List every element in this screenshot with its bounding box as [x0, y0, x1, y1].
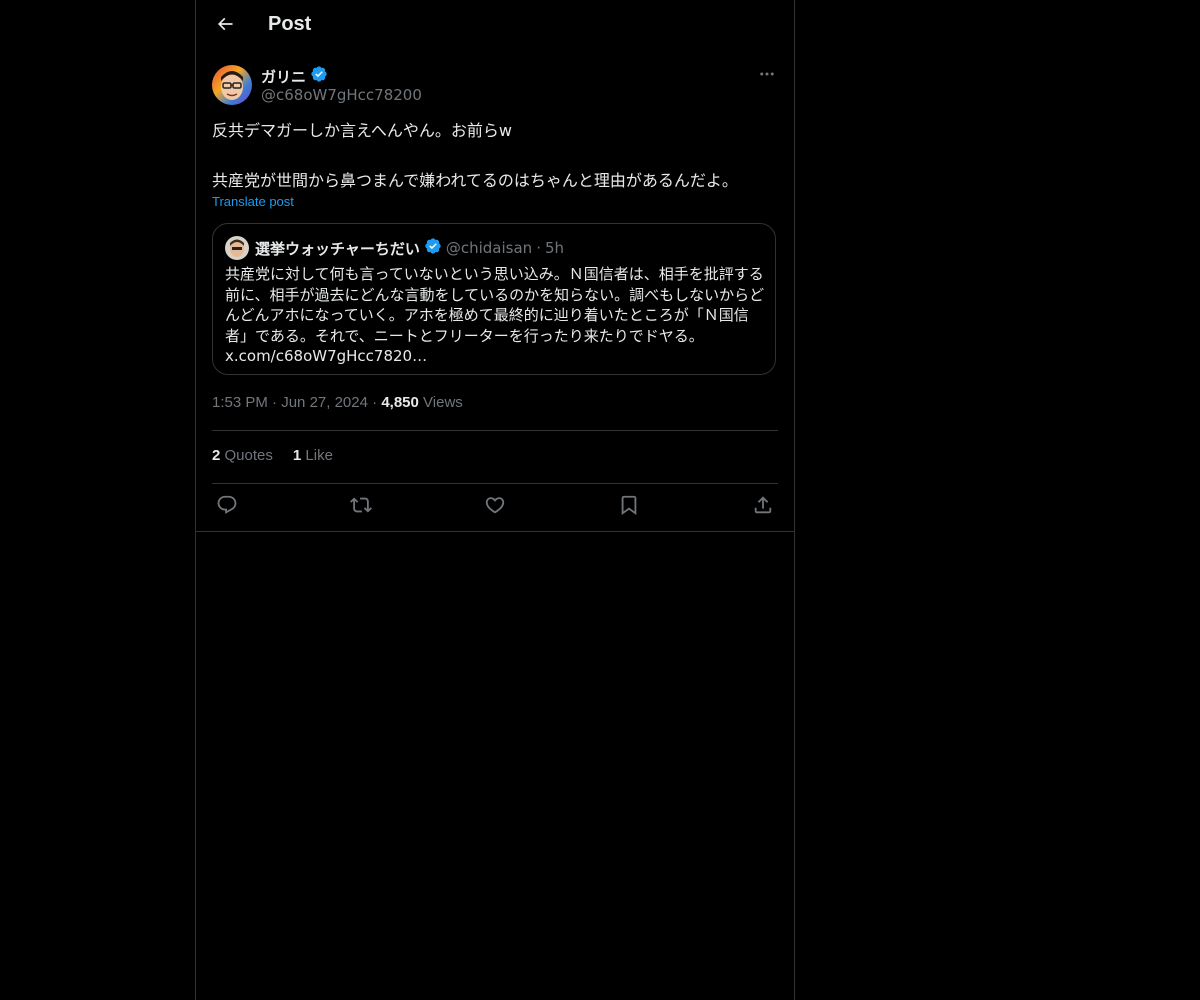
quote-text: 共産党に対して何も言っていないという思い込み。Ｎ国信者は、相手を批評する前に、相…: [225, 265, 765, 365]
quoted-post[interactable]: 選挙ウォッチャーちだい @chidaisan · 5h 共産党に対して何も言って…: [212, 223, 776, 375]
post-time[interactable]: 1:53 PM: [212, 394, 268, 411]
more-icon: [758, 65, 776, 87]
avatar[interactable]: [212, 65, 252, 105]
share-icon: [752, 494, 774, 520]
timestamp-separator: ·: [272, 394, 278, 411]
likes-label: Like: [305, 447, 333, 464]
reply-button[interactable]: [212, 492, 242, 522]
bookmark-icon: [618, 494, 640, 520]
post-timestamp: 1:53 PM · Jun 27, 2024 · 4,850 Views: [212, 394, 463, 411]
divider: [196, 531, 794, 532]
like-button[interactable]: [480, 492, 510, 522]
post-stats: 2 Quotes 1 Like: [212, 447, 333, 464]
reply-icon: [216, 494, 238, 520]
post-author: ガリニ @c68oW7gHcc78200: [212, 65, 778, 109]
divider: [212, 430, 778, 431]
back-arrow-icon: [215, 14, 235, 38]
bookmark-button[interactable]: [614, 492, 644, 522]
more-button[interactable]: [756, 65, 778, 87]
post-date[interactable]: Jun 27, 2024: [281, 394, 368, 411]
translate-link[interactable]: Translate post: [212, 194, 294, 209]
views-label: Views: [423, 394, 463, 411]
timestamp-separator: ·: [372, 394, 378, 411]
quote-author-handle: @chidaisan: [445, 239, 533, 257]
verified-badge-icon: [424, 237, 442, 259]
author-name[interactable]: ガリニ: [261, 66, 306, 87]
share-button[interactable]: [748, 492, 778, 522]
quote-age: 5h: [544, 239, 565, 257]
back-button[interactable]: [208, 9, 242, 43]
page-title: Post: [268, 13, 312, 35]
likes-stat[interactable]: 1 Like: [293, 447, 333, 464]
like-icon: [484, 494, 506, 520]
quotes-count: 2: [212, 447, 221, 464]
quotes-stat[interactable]: 2 Quotes: [212, 447, 273, 464]
quote-avatar: [225, 236, 249, 260]
quote-separator: ·: [536, 239, 541, 257]
post-text: 反共デマガーしか言えへんやん。お前らw 共産党が世間から鼻つまんで嫌われてるのは…: [212, 121, 738, 190]
quote-header: 選挙ウォッチャーちだい @chidaisan · 5h: [225, 236, 564, 260]
author-handle[interactable]: @c68oW7gHcc78200: [261, 86, 422, 104]
main-column: Post ガリニ @c68oW7gHcc78200 反共デマガーしか言えへんやん…: [195, 0, 795, 1000]
quotes-label: Quotes: [224, 447, 273, 464]
views-count: 4,850: [381, 394, 419, 411]
repost-icon: [350, 494, 372, 520]
action-bar: [212, 492, 778, 522]
divider: [212, 483, 778, 484]
repost-button[interactable]: [346, 492, 376, 522]
author-name-row: ガリニ: [261, 65, 328, 87]
verified-badge-icon: [310, 65, 328, 87]
quote-author-name: 選挙ウォッチャーちだい: [255, 239, 420, 258]
top-bar: Post: [196, 0, 794, 53]
likes-count: 1: [292, 447, 302, 464]
